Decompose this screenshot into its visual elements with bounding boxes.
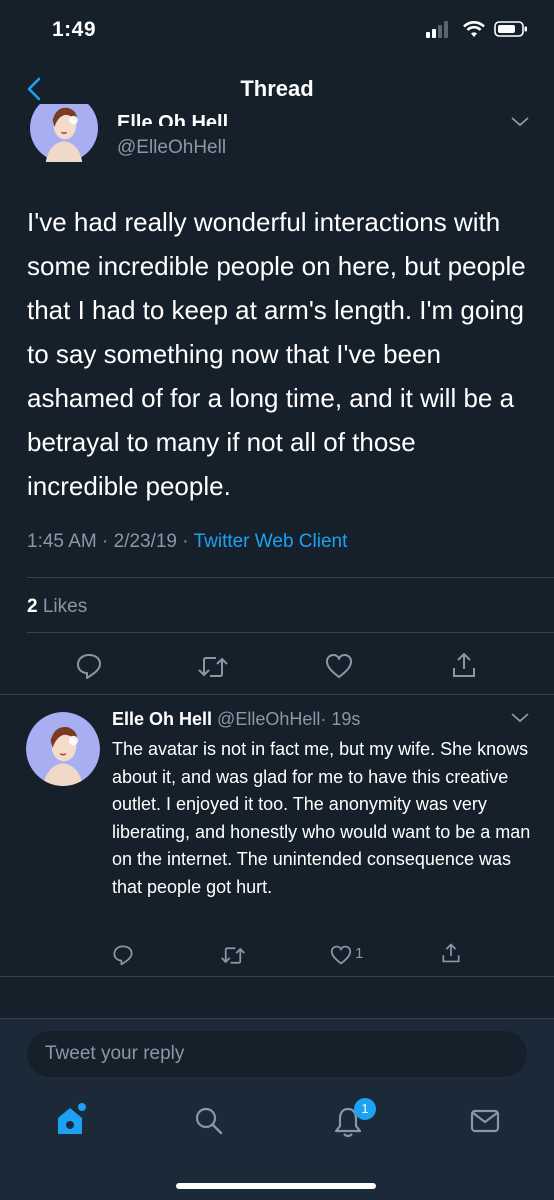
tweet-text: I've had really wonderful interactions w…: [27, 207, 526, 501]
chevron-down-icon[interactable]: [510, 712, 530, 724]
heart-icon[interactable]: [330, 945, 352, 965]
likes-label: Likes: [42, 596, 88, 617]
home-indicator[interactable]: [176, 1183, 376, 1189]
share-icon[interactable]: [441, 942, 461, 964]
meta-separator: ·: [102, 531, 109, 552]
reply-icon[interactable]: [75, 652, 103, 680]
likes-count: 2: [27, 596, 38, 617]
messages-mail-icon[interactable]: [470, 1108, 500, 1134]
tweet-actions: [0, 646, 554, 686]
heart-icon[interactable]: [325, 653, 353, 679]
retweet-icon[interactable]: [220, 945, 246, 966]
tweet-date: 2/23/19: [113, 531, 178, 552]
meta-separator: ·: [182, 531, 189, 552]
battery-icon: [494, 21, 527, 37]
tweet-meta: 1:45 AM · 2/23/19 · Twitter Web Client: [27, 531, 347, 553]
author-name[interactable]: Elle Oh Hell: [112, 709, 212, 729]
author-handle[interactable]: @ElleOhHell: [117, 137, 226, 159]
reply-icon[interactable]: [112, 944, 134, 966]
avatar[interactable]: [25, 104, 103, 172]
retweet-icon[interactable]: [197, 654, 229, 680]
wifi-icon: [463, 21, 485, 37]
notifications-badge: 1: [354, 1098, 376, 1120]
tweet-time: 1:45 AM: [27, 531, 97, 552]
divider: [0, 694, 554, 695]
status-icons: [426, 20, 528, 38]
page-title: Thread: [240, 76, 314, 101]
client-link[interactable]: Twitter Web Client: [194, 531, 348, 552]
tweet-age: · 19s: [320, 709, 361, 729]
search-icon[interactable]: [194, 1106, 224, 1136]
avatar[interactable]: [26, 712, 100, 786]
reply-actions: 1: [0, 938, 554, 974]
author-handle[interactable]: @ElleOhHell: [217, 709, 320, 729]
share-icon[interactable]: [451, 651, 477, 679]
likes-summary[interactable]: 2 Likes: [27, 596, 87, 618]
reply-text: The avatar is not in fact me, but my wif…: [112, 739, 531, 897]
reply-input[interactable]: Tweet your reply: [27, 1031, 527, 1077]
divider: [27, 577, 554, 578]
signal-icon: [426, 21, 448, 38]
divider: [0, 976, 554, 977]
chevron-down-icon[interactable]: [510, 116, 530, 128]
like-count: 1: [355, 945, 364, 962]
status-time: 1:49: [52, 18, 97, 41]
divider: [0, 1018, 554, 1019]
divider: [27, 632, 554, 633]
home-icon[interactable]: [54, 1102, 88, 1138]
reply-header: Elle Oh Hell @ElleOhHell· 19s: [112, 709, 360, 730]
author-name[interactable]: Elle Oh Hell: [117, 106, 228, 126]
